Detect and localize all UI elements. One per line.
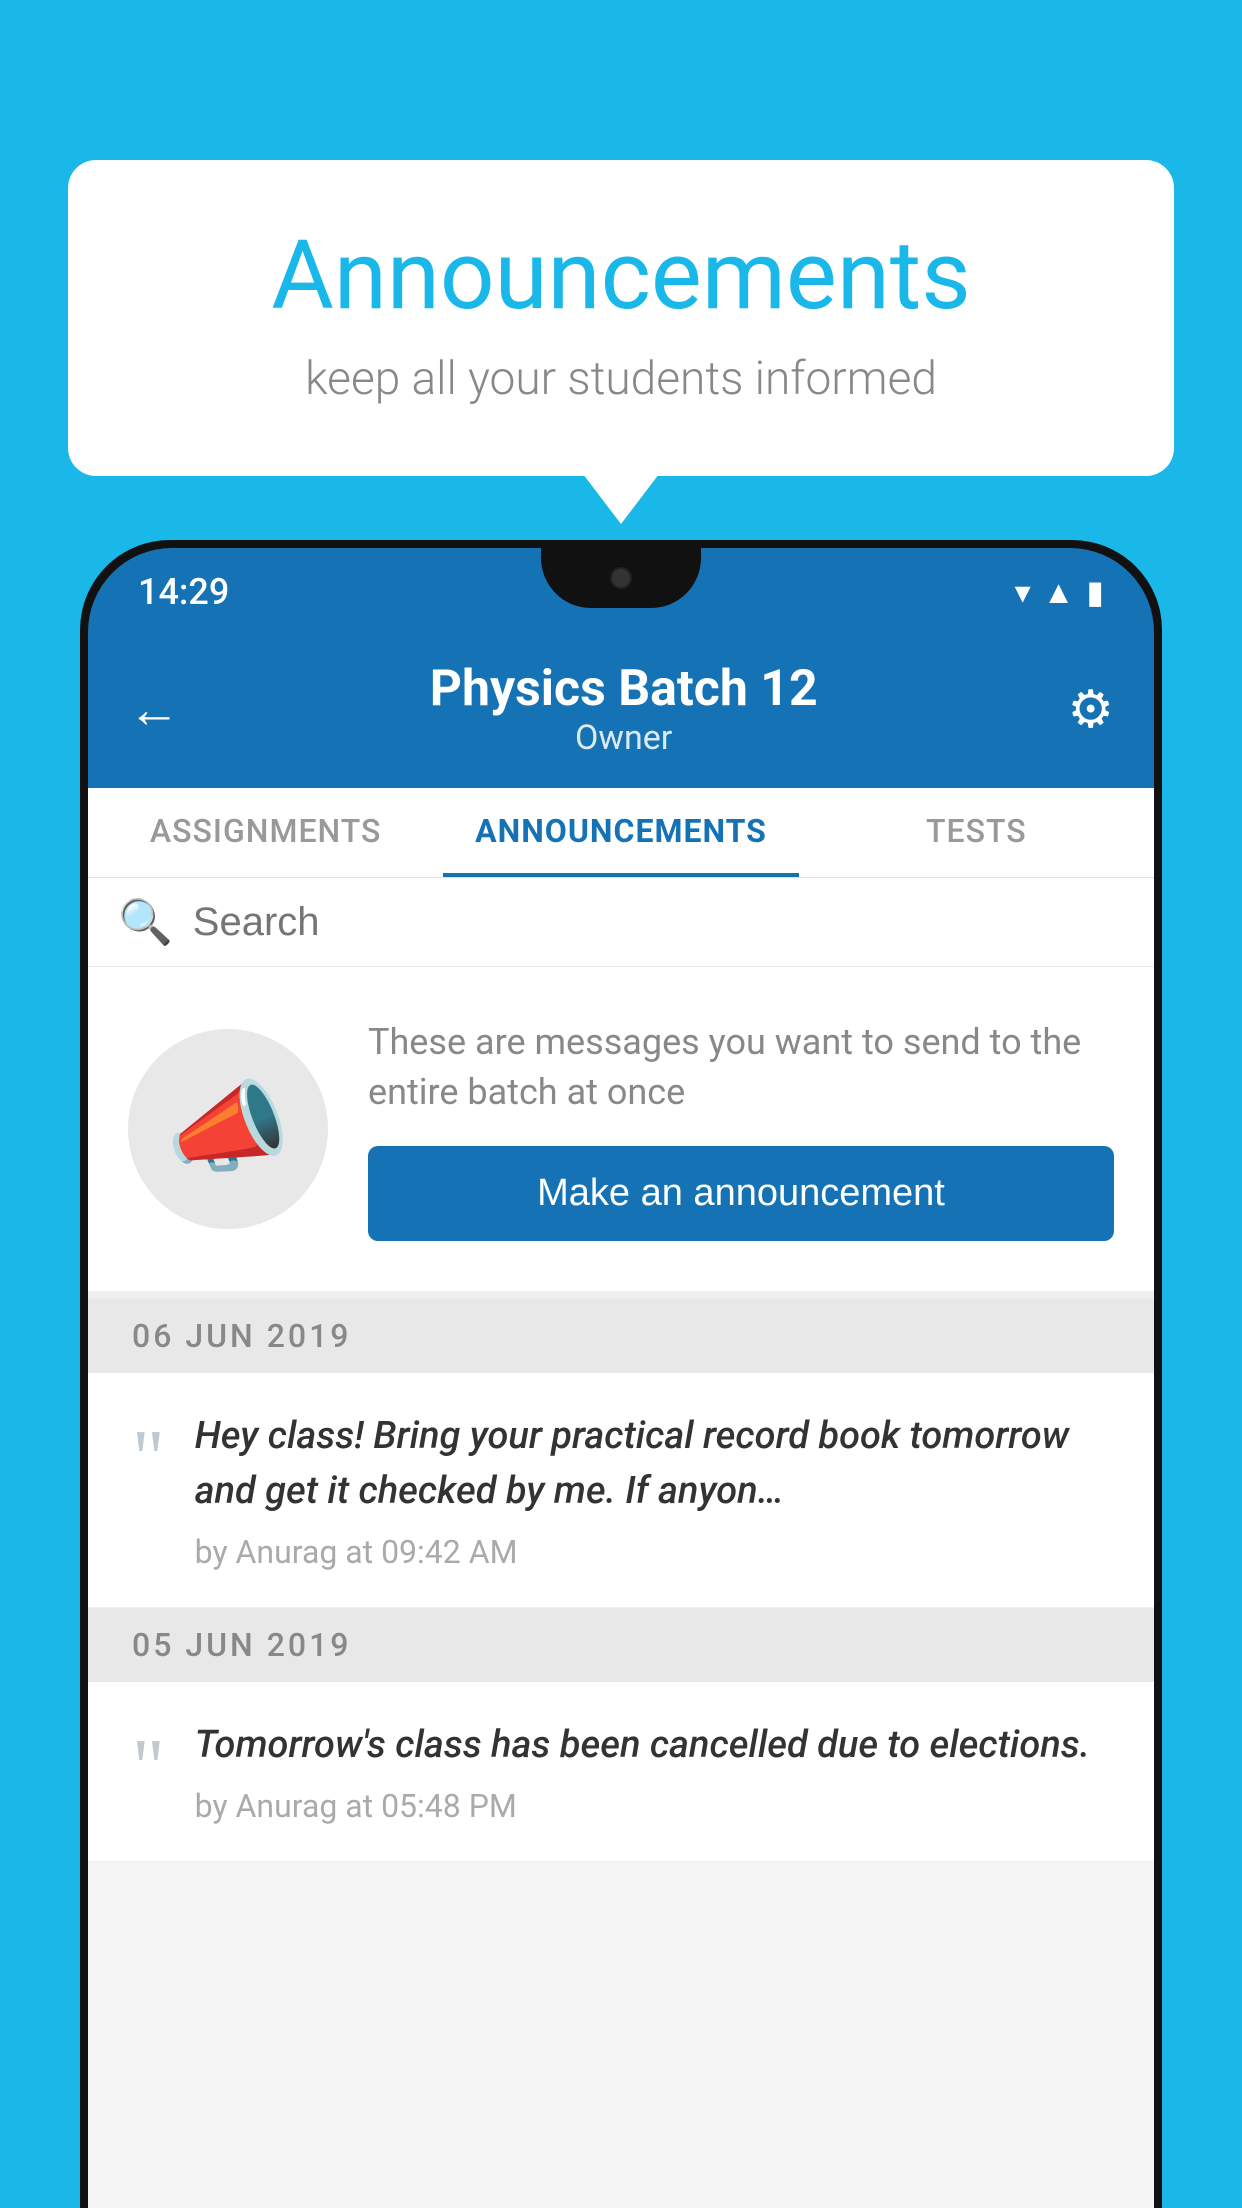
announcement-item-1[interactable]: " Hey class! Bring your practical record…: [88, 1373, 1154, 1608]
tab-tests[interactable]: TESTS: [799, 788, 1154, 877]
tab-announcements[interactable]: ANNOUNCEMENTS: [443, 788, 798, 877]
phone-frame: 14:29 ▾ ▲ ▮ ← Physics Batch 12 Owner ⚙ A…: [80, 540, 1162, 2208]
announcement-message-2: Tomorrow's class has been cancelled due …: [195, 1718, 1110, 1773]
tabs-bar: ASSIGNMENTS ANNOUNCEMENTS TESTS: [88, 788, 1154, 878]
status-bar: 14:29 ▾ ▲ ▮: [88, 548, 1154, 636]
wifi-icon: ▾: [1015, 573, 1031, 611]
date-label-1: 06 JUN 2019: [132, 1317, 351, 1355]
status-icons: ▾ ▲ ▮: [1015, 573, 1104, 611]
promo-right: These are messages you want to send to t…: [368, 1017, 1114, 1241]
speech-bubble-title: Announcements: [148, 220, 1094, 332]
settings-icon[interactable]: ⚙: [1067, 679, 1114, 740]
header-title: Physics Batch 12: [430, 660, 818, 718]
search-bar: 🔍: [88, 878, 1154, 967]
tab-assignments[interactable]: ASSIGNMENTS: [88, 788, 443, 877]
date-label-2: 05 JUN 2019: [132, 1626, 351, 1664]
date-divider-2: 05 JUN 2019: [88, 1608, 1154, 1682]
signal-icon: ▲: [1043, 573, 1075, 611]
promo-block: 📣 These are messages you want to send to…: [88, 967, 1154, 1299]
header-subtitle: Owner: [430, 718, 818, 758]
screen-content: 🔍 📣 These are messages you want to send …: [88, 878, 1154, 2208]
speech-bubble-subtitle: keep all your students informed: [148, 352, 1094, 406]
announcement-item-2[interactable]: " Tomorrow's class has been cancelled du…: [88, 1682, 1154, 1862]
app-header: ← Physics Batch 12 Owner ⚙: [88, 636, 1154, 788]
date-divider-1: 06 JUN 2019: [88, 1299, 1154, 1373]
announcement-text-1: Hey class! Bring your practical record b…: [195, 1409, 1110, 1571]
announcement-meta-1: by Anurag at 09:42 AM: [195, 1533, 1110, 1571]
battery-icon: ▮: [1086, 573, 1104, 611]
search-icon: 🔍: [118, 896, 173, 948]
quote-icon-2: ": [132, 1728, 165, 1808]
status-time: 14:29: [138, 571, 229, 613]
promo-icon-circle: 📣: [128, 1029, 328, 1229]
make-announcement-button[interactable]: Make an announcement: [368, 1146, 1114, 1241]
promo-description: These are messages you want to send to t…: [368, 1017, 1114, 1118]
megaphone-icon: 📣: [166, 1070, 291, 1187]
header-title-group: Physics Batch 12 Owner: [430, 660, 818, 758]
camera-dot: [610, 567, 632, 589]
announcement-text-2: Tomorrow's class has been cancelled due …: [195, 1718, 1110, 1825]
announcement-message-1: Hey class! Bring your practical record b…: [195, 1409, 1110, 1519]
speech-bubble: Announcements keep all your students inf…: [68, 160, 1174, 476]
search-input[interactable]: [193, 900, 1124, 945]
announcement-meta-2: by Anurag at 05:48 PM: [195, 1787, 1110, 1825]
speech-bubble-container: Announcements keep all your students inf…: [68, 160, 1174, 476]
notch-cutout: [541, 548, 701, 608]
phone-inner: 14:29 ▾ ▲ ▮ ← Physics Batch 12 Owner ⚙ A…: [88, 548, 1154, 2208]
back-button[interactable]: ←: [128, 679, 180, 740]
quote-icon-1: ": [132, 1419, 165, 1499]
